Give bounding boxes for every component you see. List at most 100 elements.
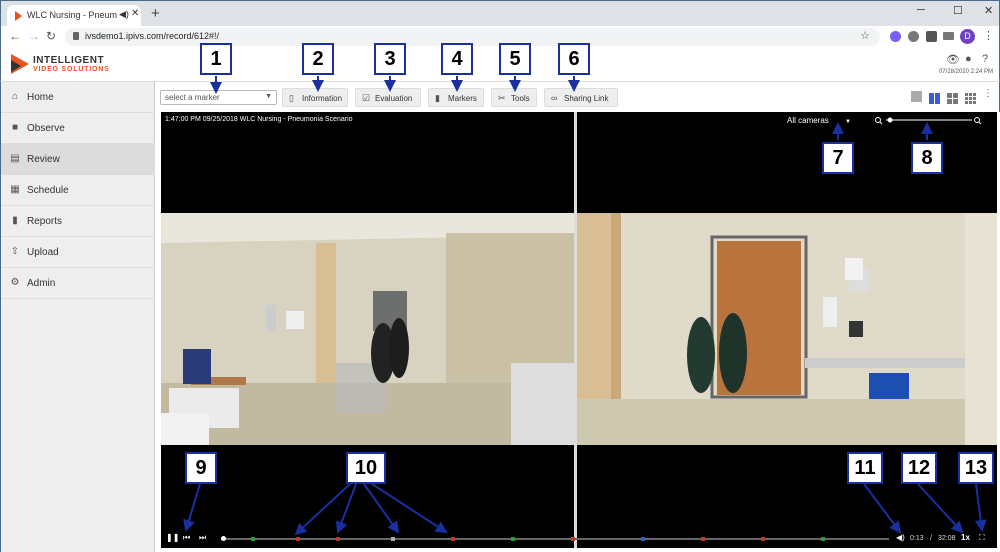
eye-icon[interactable]: 👁 xyxy=(946,53,960,66)
layout-grid-icon[interactable] xyxy=(947,91,958,104)
logo-text-bottom: VIDEO SOLUTIONS xyxy=(33,66,110,73)
logo-icon-inner xyxy=(11,60,21,72)
layout-nine-grid-svg xyxy=(965,93,976,104)
forward-icon[interactable]: → xyxy=(28,29,40,43)
sidebar-item-label: Review xyxy=(27,154,60,165)
marker-select[interactable]: select a marker ▼ xyxy=(160,90,277,105)
timeline-marker[interactable] xyxy=(571,537,575,541)
current-time: 0:13 xyxy=(910,535,924,542)
video-overlay-title: 1:47:00 PM 09/25/2018 WLC Nursing - Pneu… xyxy=(165,116,353,123)
maximize-icon[interactable]: ☐ xyxy=(953,4,963,17)
pause-icon[interactable]: ❚❚ xyxy=(166,533,179,542)
callout-9: 9 xyxy=(185,452,217,484)
bar-chart-icon: ▮ xyxy=(12,215,18,226)
time-separator: / xyxy=(930,535,932,542)
minimize-icon[interactable]: ─ xyxy=(917,4,925,16)
timeline-marker[interactable] xyxy=(701,537,705,541)
header-datetime: 07/28/2020 2:24 PM xyxy=(938,69,993,75)
timeline-marker[interactable] xyxy=(451,537,455,541)
calendar-icon: ▦ xyxy=(10,184,20,195)
link-icon: ∞ xyxy=(551,93,558,103)
sidebar-item-review[interactable]: ▤ Review xyxy=(1,144,155,175)
skip-back-icon[interactable]: ⏮ xyxy=(183,533,190,543)
sidebar-item-admin[interactable]: ⚙ Admin xyxy=(1,268,155,299)
markers-button[interactable]: ▮ Markers xyxy=(428,88,484,107)
close-tab-icon[interactable]: ✕ xyxy=(131,8,139,19)
camera-select[interactable]: All cameras ▼ xyxy=(787,116,851,125)
sharing-link-button[interactable]: ∞ Sharing Link xyxy=(544,88,618,107)
sidebar-item-label: Admin xyxy=(27,278,56,289)
timeline-marker[interactable] xyxy=(641,537,645,541)
review-toolbar: select a marker ▼ ▯ Information ☑ Evalua… xyxy=(155,82,1000,112)
layout-nine-grid-icon[interactable] xyxy=(965,91,976,104)
layout-menu-icon[interactable]: ⋮ xyxy=(983,88,994,99)
back-icon[interactable]: ← xyxy=(9,29,21,43)
tools-button[interactable]: ✂ Tools xyxy=(491,88,537,107)
timeline-marker[interactable] xyxy=(821,537,825,541)
callout-3: 3 xyxy=(374,43,406,75)
button-label: Evaluation xyxy=(375,94,413,103)
playback-speed[interactable]: 1x xyxy=(961,533,970,542)
hospital-room-scene-left xyxy=(161,213,574,445)
duration: 32:08 xyxy=(938,535,956,542)
lock-icon xyxy=(73,32,79,40)
callout-10: 10 xyxy=(346,452,386,484)
timeline-marker[interactable] xyxy=(251,537,255,541)
browser-menu-icon[interactable]: ⋮ xyxy=(983,29,994,42)
chevron-down-icon: ▼ xyxy=(265,93,272,100)
sidebar-item-reports[interactable]: ▮ Reports xyxy=(1,206,155,237)
profile-avatar[interactable]: D xyxy=(960,29,975,44)
favicon-icon xyxy=(15,11,22,21)
help-icon[interactable]: ? xyxy=(982,53,988,65)
information-button[interactable]: ▯ Information xyxy=(282,88,348,107)
hospital-room-scene-right xyxy=(577,213,997,445)
camera-view-right[interactable] xyxy=(577,213,997,445)
evaluation-button[interactable]: ☑ Evaluation xyxy=(355,88,421,107)
timeline-marker[interactable] xyxy=(391,537,395,541)
browser-tab-bar: WLC Nursing - Pneumonia S ◀) ✕ + ─ ☐ ✕ xyxy=(0,0,1000,27)
video-camera-icon: ■ xyxy=(11,122,19,133)
callout-5: 5 xyxy=(499,43,531,75)
zoom-slider[interactable] xyxy=(874,115,984,125)
puzzle-icon[interactable] xyxy=(926,31,937,42)
sidebar-item-observe[interactable]: ■ Observe xyxy=(1,113,155,144)
sidebar-item-label: Observe xyxy=(27,123,65,134)
sidebar-item-label: Schedule xyxy=(27,185,69,196)
bookmark-star-icon[interactable]: ☆ xyxy=(860,29,870,42)
speaker-icon[interactable]: ◀) xyxy=(119,9,129,20)
timeline-marker[interactable] xyxy=(296,537,300,541)
sidebar-item-schedule[interactable]: ▦ Schedule xyxy=(1,175,155,206)
upload-icon: ⇧ xyxy=(10,246,20,257)
volume-icon[interactable]: ◀) xyxy=(896,533,905,542)
bookmark-icon: ▮ xyxy=(435,93,440,103)
timeline-scrubber[interactable] xyxy=(221,536,889,541)
extension-icon[interactable] xyxy=(890,31,901,42)
extension-icon[interactable] xyxy=(908,31,919,42)
user-icon[interactable]: ● xyxy=(965,53,972,65)
timeline-marker[interactable] xyxy=(511,537,515,541)
layout-single-icon[interactable] xyxy=(911,91,922,102)
callout-2: 2 xyxy=(302,43,334,75)
sidebar-item-upload[interactable]: ⇧ Upload xyxy=(1,237,155,268)
callout-6: 6 xyxy=(558,43,590,75)
playback-controls: ❚❚ ⏮ ⏭ ◀) 0:13 / 32:08 1x ⛶ xyxy=(161,530,997,548)
sidebar-item-home[interactable]: ⌂ Home xyxy=(1,82,155,113)
reload-icon[interactable]: ↻ xyxy=(46,29,56,43)
browser-tab[interactable]: WLC Nursing - Pneumonia S ◀) ✕ xyxy=(7,5,141,27)
chevron-down-icon: ▼ xyxy=(845,119,851,125)
camera-select-value: All cameras xyxy=(787,116,829,125)
sidebar: ⌂ Home ■ Observe ▤ Review ▦ Schedule ▮ R… xyxy=(0,82,155,552)
fullscreen-icon[interactable]: ⛶ xyxy=(979,533,985,543)
layout-two-column-icon[interactable] xyxy=(929,91,940,104)
skip-forward-icon[interactable]: ⏭ xyxy=(199,533,206,543)
camera-view-left[interactable] xyxy=(161,213,574,445)
media-queue-icon[interactable] xyxy=(943,32,954,40)
playhead[interactable] xyxy=(221,536,226,541)
close-window-icon[interactable]: ✕ xyxy=(984,4,993,17)
new-tab-icon[interactable]: + xyxy=(151,5,160,22)
button-label: Information xyxy=(302,94,343,103)
timeline-marker[interactable] xyxy=(336,537,340,541)
sidebar-item-label: Home xyxy=(27,92,54,103)
url-text: ivsdemo1.ipivs.com/record/612#!/ xyxy=(85,31,220,41)
timeline-marker[interactable] xyxy=(761,537,765,541)
